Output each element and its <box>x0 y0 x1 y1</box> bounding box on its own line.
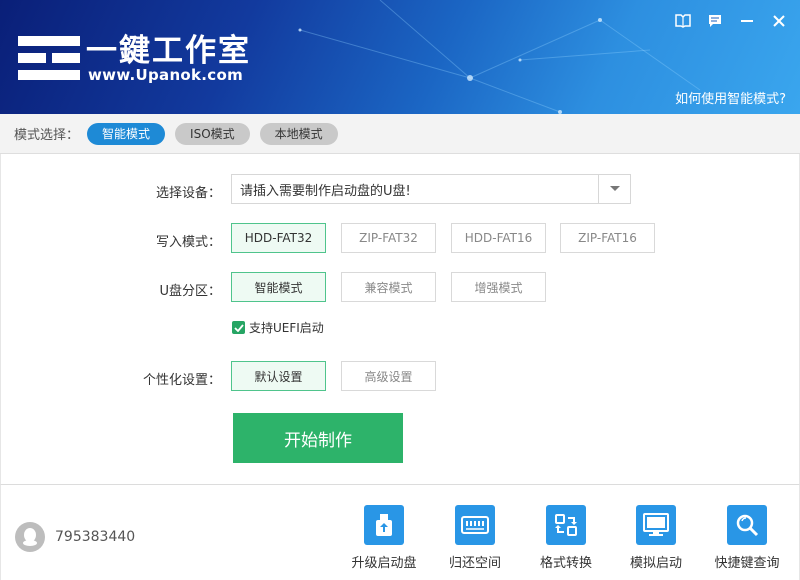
tool-reclaim-space[interactable]: 归还空间 <box>435 505 515 571</box>
personalize-advanced[interactable]: 高级设置 <box>341 361 436 391</box>
write-mode-hdd-fat32[interactable]: HDD-FAT32 <box>231 223 326 253</box>
logo-text: 一鍵工作室 <box>86 33 251 69</box>
personalize-default[interactable]: 默认设置 <box>231 361 326 391</box>
upgrade-icon <box>364 505 404 545</box>
partition-enhanced-mode[interactable]: 增强模式 <box>451 272 546 302</box>
write-mode-hdd-fat16[interactable]: HDD-FAT16 <box>451 223 546 253</box>
tool-upgrade[interactable]: 升级启动盘 <box>344 505 424 571</box>
main-panel: 选择设备： 请插入需要制作启动盘的U盘! 写入模式： HDD-FAT32 ZIP… <box>0 154 800 484</box>
monitor-icon <box>636 505 676 545</box>
mode-bar: 模式选择： 智能模式 ISO模式 本地模式 <box>0 114 800 154</box>
tab-iso-mode[interactable]: ISO模式 <box>175 122 250 145</box>
feedback-icon[interactable] <box>706 12 724 30</box>
device-select[interactable]: 请插入需要制作启动盘的U盘! <box>231 174 631 204</box>
tool-simulate-boot[interactable]: 模拟启动 <box>616 505 696 571</box>
start-button[interactable]: 开始制作 <box>233 413 403 463</box>
partition-compat-mode[interactable]: 兼容模式 <box>341 272 436 302</box>
qq-contact[interactable]: 795383440 <box>15 522 135 552</box>
tool-format-convert[interactable]: 格式转换 <box>526 505 606 571</box>
write-mode-label: 写入模式： <box>155 235 221 250</box>
partition-smart-mode[interactable]: 智能模式 <box>231 272 326 302</box>
tab-smart-mode[interactable]: 智能模式 <box>87 122 166 145</box>
uefi-label: 支持UEFI启动 <box>249 321 324 335</box>
close-icon[interactable] <box>770 12 788 30</box>
search-icon <box>727 505 767 545</box>
uefi-checkbox-row[interactable]: 支持UEFI启动 <box>232 319 324 336</box>
storage-icon <box>455 505 495 545</box>
chevron-down-icon[interactable] <box>598 175 630 203</box>
write-mode-zip-fat16[interactable]: ZIP-FAT16 <box>560 223 655 253</box>
qq-penguin-icon <box>15 522 45 552</box>
book-icon[interactable] <box>674 12 692 30</box>
uefi-checkbox[interactable] <box>232 321 245 334</box>
tool-simulate-boot-label: 模拟启动 <box>629 556 682 571</box>
tool-reclaim-space-label: 归还空间 <box>448 556 501 571</box>
qq-number: 795383440 <box>55 529 136 545</box>
window-controls <box>674 12 788 30</box>
device-label: 选择设备： <box>155 186 221 201</box>
mode-label: 模式选择： <box>14 128 80 143</box>
write-mode-zip-fat32[interactable]: ZIP-FAT32 <box>341 223 436 253</box>
device-select-value: 请插入需要制作启动盘的U盘! <box>240 183 411 199</box>
tool-hotkey-query[interactable]: 快捷键查询 <box>707 505 787 571</box>
footer-toolbar: 795383440 升级启动盘 归还空间 格式转换 模拟启动 快捷键查询 <box>0 484 800 580</box>
minimize-icon[interactable] <box>738 12 756 30</box>
logo-url: www.Upanok.com <box>88 66 244 84</box>
partition-label: U盘分区： <box>159 284 221 299</box>
personalize-label: 个性化设置： <box>142 373 221 388</box>
tool-format-convert-label: 格式转换 <box>539 556 592 571</box>
tab-local-mode[interactable]: 本地模式 <box>259 122 338 145</box>
tool-upgrade-label: 升级启动盘 <box>351 556 417 571</box>
convert-icon <box>546 505 586 545</box>
help-link[interactable]: 如何使用智能模式? <box>675 88 786 107</box>
tool-hotkey-query-label: 快捷键查询 <box>714 556 780 571</box>
logo-mark-icon <box>18 36 80 80</box>
header-banner: 一鍵工作室 www.Upanok.com 如何使用智能模式? <box>0 0 800 114</box>
